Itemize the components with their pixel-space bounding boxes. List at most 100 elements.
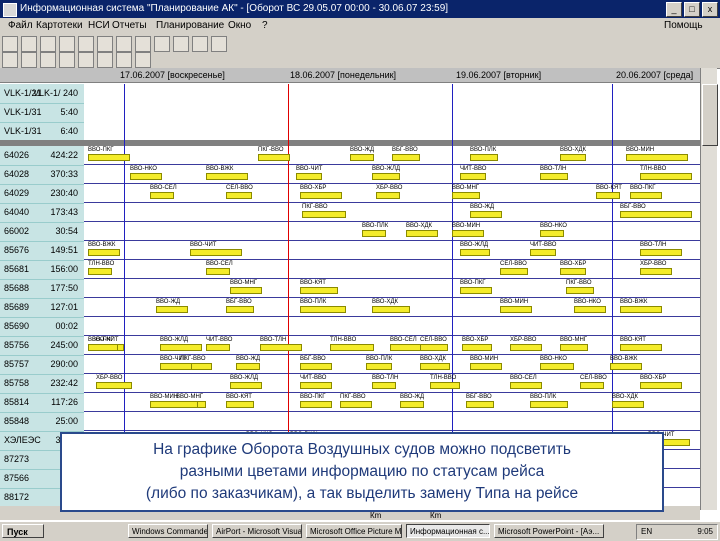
flight-bar[interactable] — [258, 154, 290, 161]
filter-icon[interactable] — [192, 36, 208, 52]
flight-bar[interactable] — [300, 287, 338, 294]
flight-bar[interactable] — [130, 173, 162, 180]
flight-bar[interactable] — [160, 344, 202, 351]
menu-reports[interactable]: Отчеты — [112, 18, 147, 34]
flight-bar[interactable] — [530, 401, 568, 408]
flight-bar[interactable] — [236, 363, 260, 370]
aircraft-row[interactable]: 85814 117:26 — [0, 393, 84, 413]
flight-bar[interactable] — [460, 249, 490, 256]
flight-bar[interactable] — [620, 306, 662, 313]
flight-bar[interactable] — [150, 401, 198, 408]
flight-bar[interactable] — [640, 268, 672, 275]
flight-bar[interactable] — [150, 192, 174, 199]
flight-bar[interactable] — [88, 249, 120, 256]
tools-icon[interactable] — [211, 36, 227, 52]
flight-bar[interactable] — [500, 268, 528, 275]
aircraft-row[interactable]: 85676 149:51 — [0, 241, 84, 261]
flight-bar[interactable] — [296, 173, 322, 180]
paste-icon[interactable] — [116, 36, 132, 52]
task-info-system[interactable]: Информационная с... — [406, 524, 490, 538]
flight-bar[interactable] — [206, 173, 248, 180]
zoom-in-icon[interactable] — [2, 52, 18, 68]
aircraft-row[interactable]: 85757 290:00 — [0, 355, 84, 375]
close-button[interactable]: x — [702, 2, 718, 17]
flight-bar[interactable] — [190, 249, 242, 256]
flight-bar[interactable] — [462, 344, 492, 351]
flight-bar[interactable] — [630, 192, 662, 199]
aircraft-row[interactable]: 85690 00:02 — [0, 317, 84, 337]
grid-icon[interactable] — [116, 52, 132, 68]
aircraft-row[interactable]: 85689 127:01 — [0, 298, 84, 318]
flight-bar[interactable] — [620, 211, 692, 218]
flight-bar[interactable] — [340, 401, 372, 408]
scroll-right-icon[interactable] — [59, 52, 75, 68]
language-indicator[interactable]: EN — [641, 525, 652, 539]
flight-bar[interactable] — [230, 287, 262, 294]
task-picture-manager[interactable]: Microsoft Office Picture M... — [306, 524, 402, 538]
copy-icon[interactable] — [97, 36, 113, 52]
start-button[interactable]: Пуск — [2, 524, 44, 538]
flight-bar[interactable] — [372, 306, 410, 313]
upper-row[interactable]: VLK-1/21 VLK-1/ 240 — [0, 84, 84, 104]
aircraft-row[interactable]: 64040 173:43 — [0, 203, 84, 223]
flight-bar[interactable] — [640, 382, 682, 389]
app-icon[interactable] — [3, 3, 17, 17]
flight-bar[interactable] — [470, 363, 502, 370]
flight-bar[interactable] — [510, 344, 542, 351]
settings-icon[interactable] — [135, 52, 151, 68]
flight-bar[interactable] — [640, 173, 692, 180]
flight-bar[interactable] — [530, 249, 556, 256]
cut-icon[interactable] — [78, 36, 94, 52]
open-icon[interactable] — [21, 36, 37, 52]
new-icon[interactable] — [2, 36, 18, 52]
flight-bar[interactable] — [206, 268, 230, 275]
menu-nsi[interactable]: НСИ — [88, 18, 110, 34]
flight-bar[interactable] — [206, 344, 230, 351]
flight-bar[interactable] — [466, 401, 494, 408]
redo-icon[interactable] — [154, 36, 170, 52]
flight-bar[interactable] — [366, 363, 392, 370]
vertical-scrollbar[interactable] — [700, 68, 718, 510]
upper-row[interactable]: VLK-1/31 5:40 — [0, 103, 84, 123]
flight-bar[interactable] — [420, 344, 448, 351]
menu-help-q[interactable]: ? — [262, 18, 268, 34]
flight-bar[interactable] — [460, 173, 486, 180]
flight-bar[interactable] — [452, 230, 484, 237]
aircraft-row[interactable]: 85758 232:42 — [0, 374, 84, 394]
menu-window[interactable]: Окно — [228, 18, 251, 34]
flight-bar[interactable] — [470, 211, 502, 218]
flight-bar[interactable] — [372, 382, 396, 389]
flight-bar[interactable] — [392, 154, 420, 161]
flight-bar[interactable] — [626, 154, 688, 161]
undo-icon[interactable] — [135, 36, 151, 52]
flight-bar[interactable] — [390, 344, 422, 351]
task-airport[interactable]: AirPort - Microsoft Visual ... — [212, 524, 302, 538]
refresh-icon[interactable] — [173, 36, 189, 52]
flight-bar[interactable] — [300, 382, 332, 389]
minimize-button[interactable]: _ — [666, 2, 682, 17]
flight-bar[interactable] — [560, 344, 588, 351]
aircraft-row[interactable]: 85688 177:50 — [0, 279, 84, 299]
aircraft-row[interactable]: 64029 230:40 — [0, 184, 84, 204]
flight-bar[interactable] — [460, 287, 492, 294]
flight-bar[interactable] — [510, 382, 542, 389]
flight-bar[interactable] — [430, 382, 460, 389]
flight-bar[interactable] — [560, 268, 586, 275]
aircraft-row[interactable]: 66002 30:54 — [0, 222, 84, 242]
flight-bar[interactable] — [96, 382, 132, 389]
flight-bar[interactable] — [540, 363, 574, 370]
flight-bar[interactable] — [596, 192, 620, 199]
scroll-left-icon[interactable] — [40, 52, 56, 68]
flight-bar[interactable] — [610, 363, 642, 370]
flight-bar[interactable] — [620, 344, 662, 351]
flight-bar[interactable] — [540, 173, 568, 180]
menu-help[interactable]: Помощь — [664, 18, 703, 34]
flight-bar[interactable] — [580, 382, 604, 389]
flight-bar[interactable] — [88, 154, 130, 161]
plane-icon[interactable] — [97, 52, 113, 68]
save-icon[interactable] — [40, 36, 56, 52]
flight-bar[interactable] — [566, 287, 594, 294]
aircraft-row[interactable]: 85756 245:00 — [0, 336, 84, 356]
flight-bar[interactable] — [540, 230, 564, 237]
flight-bar[interactable] — [300, 306, 346, 313]
